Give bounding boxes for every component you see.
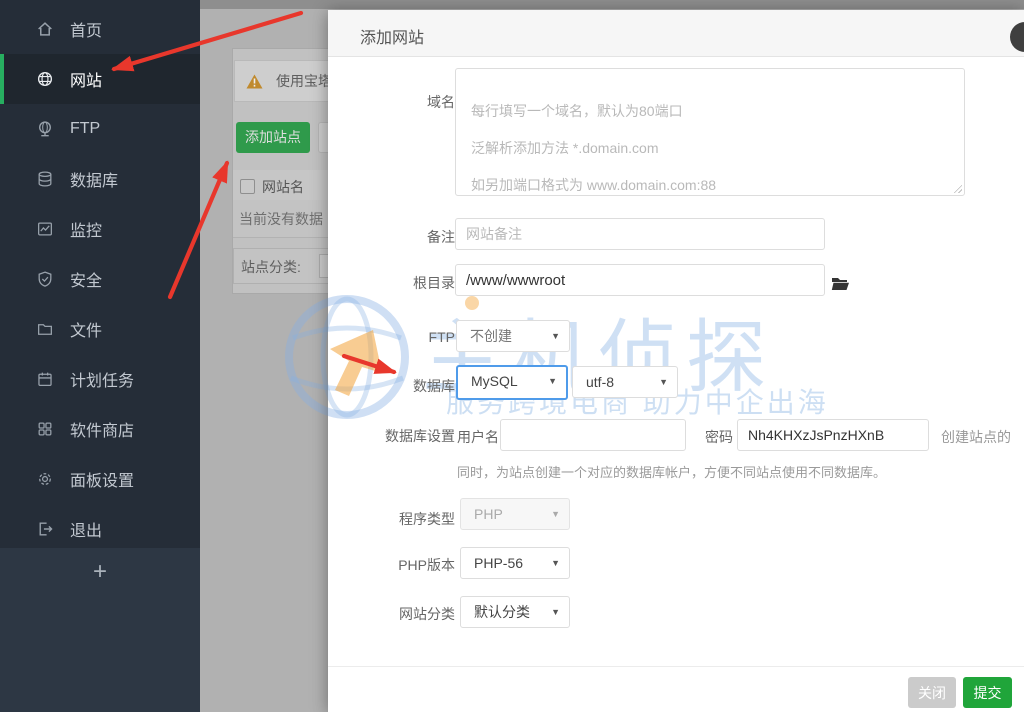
modal-footer: 关闭 提交	[328, 666, 1024, 712]
db-settings-label: 数据库设置	[340, 426, 455, 446]
domain-placeholder-line: 每行填写一个域名，默认为80端口	[471, 93, 949, 130]
sidebar-item-logout[interactable]: 退出	[0, 504, 200, 554]
page-top-strip	[200, 0, 1024, 9]
sidebar-item-label: 文件	[70, 317, 102, 341]
warning-banner: 使用宝塔	[234, 60, 334, 102]
sidebar-item-settings[interactable]: 面板设置	[0, 454, 200, 504]
empty-table-row: 当前没有数据	[233, 200, 341, 238]
sidebar-item-label: 软件商店	[70, 417, 134, 441]
database-label: 数据库	[340, 376, 455, 396]
logout-icon	[36, 520, 54, 538]
sidebar-item-website[interactable]: 网站	[0, 54, 200, 104]
sidebar-item-label: 退出	[70, 517, 102, 541]
warning-text: 使用宝塔	[276, 71, 332, 91]
add-website-modal: 主机侦探 服务跨境电商 助力中企出海 添加网站 域名 每行填写一个域名，默认为8…	[328, 10, 1024, 712]
sidebar-item-appstore[interactable]: 软件商店	[0, 404, 200, 454]
sidebar-item-label: 安全	[70, 267, 102, 291]
database-charset-select[interactable]: utf-8 ▼	[572, 366, 678, 398]
modal-title: 添加网站	[360, 24, 424, 48]
domain-textarea[interactable]: 每行填写一个域名，默认为80端口 泛解析添加方法 *.domain.com 如另…	[455, 68, 965, 196]
shield-icon	[36, 270, 54, 288]
db-side-note: 创建站点的	[941, 427, 1011, 447]
sidebar-item-home[interactable]: 首页	[0, 4, 200, 54]
warning-icon	[246, 74, 263, 89]
resize-handle-icon[interactable]	[952, 183, 962, 193]
monitor-icon	[36, 220, 54, 238]
close-button[interactable]: 关闭	[908, 677, 956, 708]
password-label: 密码	[705, 427, 733, 447]
select-all-checkbox[interactable]	[240, 179, 255, 194]
username-input[interactable]	[500, 419, 686, 451]
domain-placeholder-line: 泛解析添加方法 *.domain.com	[471, 130, 949, 167]
sidebar-item-label: 面板设置	[70, 467, 134, 491]
sidebar-item-ftp[interactable]: FTP	[0, 104, 200, 154]
sidebar-item-security[interactable]: 安全	[0, 254, 200, 304]
chevron-down-icon: ▼	[551, 321, 560, 351]
sidebar-item-label: 计划任务	[70, 367, 134, 391]
gear-icon	[36, 470, 54, 488]
domain-placeholder-line: 如另加端口格式为 www.domain.com:88	[471, 167, 949, 204]
database-engine-select[interactable]: MySQL ▼	[456, 365, 568, 400]
root-input[interactable]	[455, 264, 825, 296]
folder-icon	[36, 320, 54, 338]
sidebar-add-button[interactable]: +	[0, 558, 200, 586]
chevron-down-icon: ▼	[551, 597, 560, 627]
submit-button[interactable]: 提交	[963, 677, 1012, 708]
site-category-label: 站点分类:	[241, 257, 301, 277]
site-name-header: 网站名	[262, 177, 304, 197]
program-type-label: 程序类型	[340, 509, 455, 529]
calendar-icon	[36, 370, 54, 388]
site-category-label: 网站分类	[340, 604, 455, 624]
sidebar-item-monitor[interactable]: 监控	[0, 204, 200, 254]
folder-picker-icon[interactable]	[831, 276, 850, 296]
site-category-select[interactable]: 默认分类 ▼	[460, 596, 570, 628]
chevron-down-icon: ▼	[659, 367, 668, 397]
database-icon	[36, 170, 54, 188]
program-type-select: PHP ▼	[460, 498, 570, 530]
sidebar-item-label: 数据库	[70, 167, 118, 191]
globe-icon	[36, 70, 54, 88]
ftp-globe-icon	[36, 120, 54, 138]
password-input[interactable]	[737, 419, 929, 451]
ftp-label: FTP	[340, 329, 455, 345]
add-site-button[interactable]: 添加站点	[236, 122, 310, 153]
sidebar-item-label: 首页	[70, 17, 102, 41]
grid-icon	[36, 420, 54, 438]
domain-label: 域名	[340, 92, 455, 112]
php-version-select[interactable]: PHP-56 ▼	[460, 547, 570, 579]
home-icon	[36, 20, 54, 38]
chevron-down-icon: ▼	[548, 367, 557, 396]
db-helper-text: 同时，为站点创建一个对应的数据库帐户，方便不同站点使用不同数据库。	[457, 462, 1017, 481]
note-label: 备注	[340, 227, 455, 247]
sidebar-item-label: 监控	[70, 217, 102, 241]
note-input[interactable]	[455, 218, 825, 250]
php-version-label: PHP版本	[340, 555, 455, 575]
chevron-down-icon: ▼	[551, 548, 560, 578]
sidebar-item-files[interactable]: 文件	[0, 304, 200, 354]
sidebar-item-label: 网站	[70, 67, 102, 91]
sidebar-menu: 首页 网站 FTP 数据库 监控	[0, 0, 200, 548]
sidebar-item-label: FTP	[70, 120, 100, 138]
chevron-down-icon: ▼	[551, 499, 560, 529]
modal-header: 添加网站	[328, 10, 1024, 57]
username-label: 用户名	[457, 427, 499, 447]
sidebar-item-cron[interactable]: 计划任务	[0, 354, 200, 404]
sidebar-item-database[interactable]: 数据库	[0, 154, 200, 204]
ftp-select[interactable]: 不创建 ▼	[456, 320, 570, 352]
sidebar: 首页 网站 FTP 数据库 监控	[0, 0, 200, 712]
root-label: 根目录	[340, 273, 455, 293]
